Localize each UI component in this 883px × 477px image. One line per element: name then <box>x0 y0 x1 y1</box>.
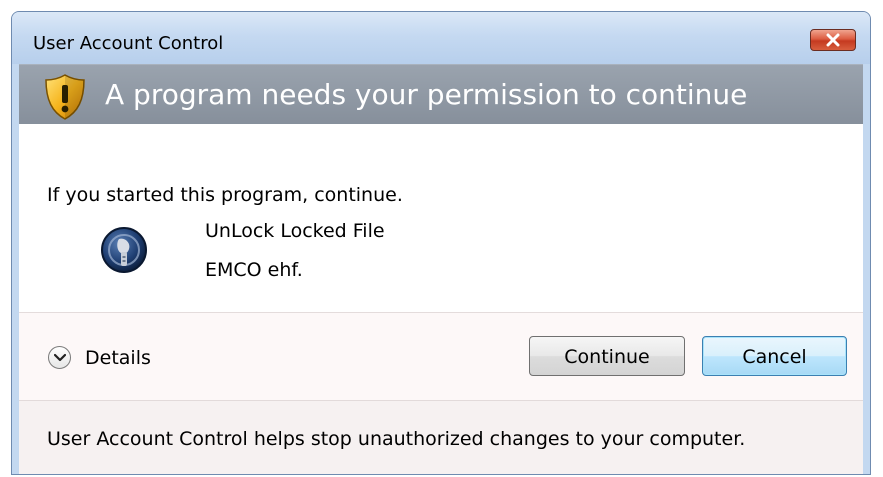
details-label: Details <box>85 347 151 369</box>
cancel-button[interactable]: Cancel <box>702 336 847 376</box>
action-area: Details Continue Cancel <box>19 312 863 400</box>
content-area: If you started this program, continue. U… <box>19 124 863 312</box>
program-name: UnLock Locked File <box>205 220 385 242</box>
program-icon <box>101 227 147 273</box>
expand-circle <box>48 346 71 369</box>
intro-text: If you started this program, continue. <box>47 184 403 206</box>
uac-dialog: User Account Control A program needs you… <box>11 11 871 475</box>
window-title: User Account Control <box>33 33 224 54</box>
footer: User Account Control helps stop unauthor… <box>19 400 863 474</box>
continue-button[interactable]: Continue <box>529 336 685 376</box>
shield-warning-icon <box>45 74 85 120</box>
footer-text: User Account Control helps stop unauthor… <box>47 428 746 450</box>
program-publisher: EMCO ehf. <box>205 259 303 281</box>
title-bar: User Account Control <box>12 12 870 64</box>
close-button[interactable] <box>810 29 856 51</box>
close-icon <box>826 33 840 47</box>
chevron-down-icon <box>54 353 66 362</box>
banner-heading: A program needs your permission to conti… <box>105 78 748 111</box>
details-toggle[interactable]: Details <box>48 343 218 375</box>
permission-banner: A program needs your permission to conti… <box>19 64 863 125</box>
